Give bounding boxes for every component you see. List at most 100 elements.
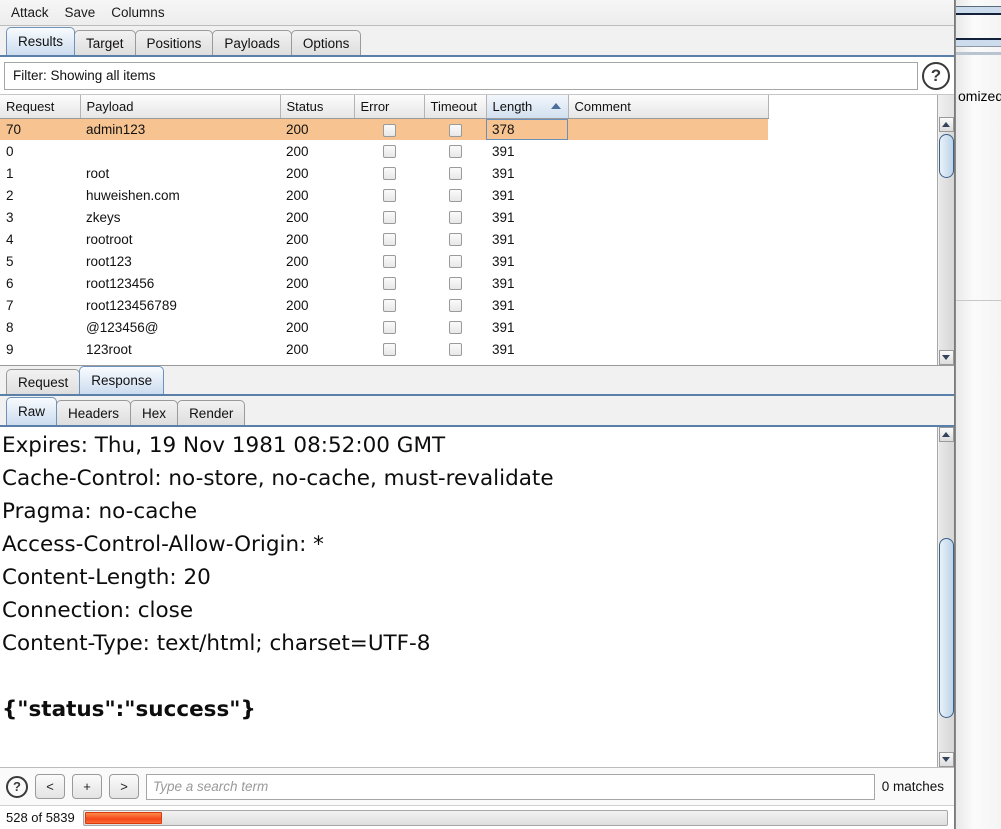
status-bar: 528 of 5839 <box>0 805 954 829</box>
cell-comment[interactable] <box>568 338 768 360</box>
tab-options[interactable]: Options <box>290 30 362 55</box>
scroll-down-button[interactable] <box>938 350 954 365</box>
table-row[interactable]: 1 root 200 391 <box>0 162 768 184</box>
cell-comment[interactable] <box>568 162 768 184</box>
error-checkbox[interactable] <box>382 211 396 225</box>
timeout-checkbox[interactable] <box>448 299 462 313</box>
timeout-checkbox[interactable] <box>448 343 462 357</box>
column-header-status[interactable]: Status <box>280 95 355 119</box>
cell-comment[interactable] <box>568 228 768 250</box>
column-header-length[interactable]: Length <box>486 95 569 119</box>
filter-field[interactable]: Filter: Showing all items <box>4 61 918 90</box>
response-scroll-track[interactable] <box>938 442 954 752</box>
tab-hex[interactable]: Hex <box>130 400 179 425</box>
help-circle-icon[interactable]: ? <box>922 61 950 90</box>
triangle-up-icon <box>942 432 950 437</box>
tab-request[interactable]: Request <box>6 369 81 394</box>
timeout-checkbox[interactable] <box>448 255 462 269</box>
tab-render[interactable]: Render <box>177 400 246 425</box>
cell-error <box>354 118 424 140</box>
table-row[interactable]: 6 root123456 200 391 <box>0 272 768 294</box>
error-checkbox[interactable] <box>382 299 396 313</box>
menu-item-save[interactable]: Save <box>60 3 101 22</box>
search-add-button[interactable]: + <box>72 774 102 799</box>
table-row[interactable]: 0 200 391 <box>0 140 768 162</box>
results-scroll-track[interactable] <box>938 132 954 350</box>
timeout-checkbox[interactable] <box>448 321 462 335</box>
cell-comment[interactable] <box>568 316 768 338</box>
table-row[interactable]: 5 root123 200 391 <box>0 250 768 272</box>
cell-comment[interactable] <box>568 272 768 294</box>
triangle-down-icon <box>942 757 950 762</box>
table-row[interactable]: 70 admin123 200 378 <box>0 118 768 140</box>
search-prev-button[interactable]: < <box>35 774 65 799</box>
table-row[interactable]: 3 zkeys 200 391 <box>0 206 768 228</box>
cell-comment[interactable] <box>568 294 768 316</box>
timeout-checkbox[interactable] <box>448 189 462 203</box>
cell-request: 0 <box>6 143 14 159</box>
timeout-checkbox[interactable] <box>448 145 462 159</box>
response-scroll-thumb[interactable] <box>938 538 954 718</box>
table-row[interactable]: 7 root123456789 200 391 <box>0 294 768 316</box>
tab-headers[interactable]: Headers <box>56 400 132 425</box>
view-tab-strip: Raw Headers Hex Render <box>0 396 954 427</box>
column-header-comment[interactable]: Comment <box>568 95 769 119</box>
scroll-up-button[interactable] <box>938 117 954 132</box>
tab-results[interactable]: Results <box>6 27 76 55</box>
background-window[interactable]: omized <box>955 0 1001 829</box>
scroll-up-button[interactable] <box>938 427 954 442</box>
search-next-button[interactable]: > <box>109 774 139 799</box>
cell-comment[interactable] <box>568 184 768 206</box>
error-checkbox[interactable] <box>382 321 396 335</box>
column-header-request[interactable]: Request <box>0 95 81 119</box>
cell-comment[interactable] <box>568 250 768 272</box>
cell-request: 2 <box>6 187 14 203</box>
results-scroll-thumb[interactable] <box>938 134 954 178</box>
tab-raw[interactable]: Raw <box>6 397 58 425</box>
response-scrollbar[interactable] <box>937 427 954 767</box>
tab-payloads[interactable]: Payloads <box>212 30 292 55</box>
table-row[interactable]: 9 123root 200 391 <box>0 338 768 360</box>
tab-positions[interactable]: Positions <box>134 30 214 55</box>
error-checkbox[interactable] <box>382 145 396 159</box>
error-checkbox[interactable] <box>382 343 396 357</box>
column-header-timeout[interactable]: Timeout <box>424 95 487 119</box>
menu-item-columns[interactable]: Columns <box>106 3 169 22</box>
column-header-payload[interactable]: Payload <box>80 95 281 119</box>
results-table-scrollbar[interactable] <box>937 95 954 365</box>
table-row[interactable]: 2 huweishen.com 200 391 <box>0 184 768 206</box>
cell-request: 5 <box>6 253 14 269</box>
error-checkbox[interactable] <box>382 255 396 269</box>
table-row[interactable]: 4 rootroot 200 391 <box>0 228 768 250</box>
timeout-checkbox[interactable] <box>448 211 462 225</box>
cell-length: 391 <box>492 209 515 225</box>
scroll-down-button[interactable] <box>938 752 954 767</box>
timeout-checkbox[interactable] <box>448 277 462 291</box>
cell-payload: 123root <box>86 341 132 357</box>
error-checkbox[interactable] <box>382 167 396 181</box>
error-checkbox[interactable] <box>382 189 396 203</box>
cell-comment[interactable] <box>568 118 768 140</box>
search-help-icon[interactable]: ? <box>6 775 28 798</box>
search-input[interactable]: Type a search term <box>146 773 875 800</box>
tab-response[interactable]: Response <box>79 366 165 394</box>
screen: omized Attack Save Columns Results Targe… <box>0 0 1001 829</box>
timeout-checkbox[interactable] <box>448 167 462 181</box>
menu-item-attack[interactable]: Attack <box>6 3 54 22</box>
error-checkbox[interactable] <box>382 277 396 291</box>
cell-comment[interactable] <box>568 140 768 162</box>
search-bar: ? < + > Type a search term 0 matches <box>0 767 954 805</box>
search-match-count: 0 matches <box>881 779 944 794</box>
timeout-checkbox[interactable] <box>448 233 462 247</box>
timeout-checkbox[interactable] <box>448 123 462 137</box>
error-checkbox[interactable] <box>382 123 396 137</box>
response-raw-text[interactable]: Expires: Thu, 19 Nov 1981 08:52:00 GMT C… <box>0 427 937 767</box>
table-row[interactable]: 8 @123456@ 200 391 <box>0 316 768 338</box>
column-header-error[interactable]: Error <box>354 95 425 119</box>
tab-target[interactable]: Target <box>74 30 136 55</box>
error-checkbox[interactable] <box>382 233 396 247</box>
cell-comment[interactable] <box>568 206 768 228</box>
response-line: Content-Length: 20 <box>2 565 211 590</box>
response-viewer: Expires: Thu, 19 Nov 1981 08:52:00 GMT C… <box>0 427 954 767</box>
cell-error <box>354 228 424 250</box>
